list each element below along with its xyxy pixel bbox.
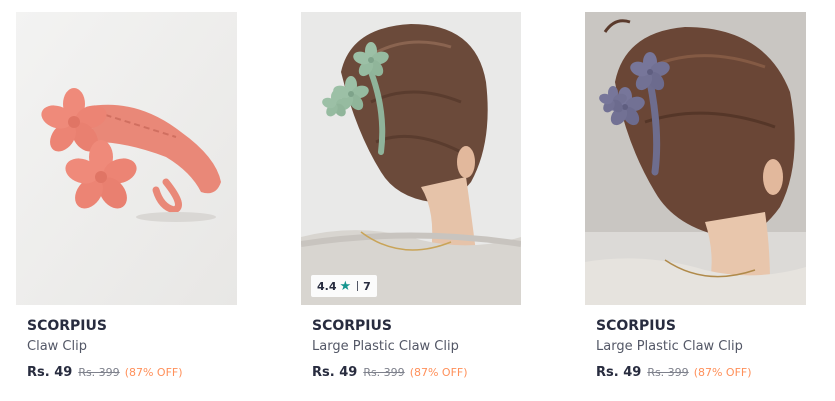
- product-price: Rs. 49: [596, 365, 642, 380]
- price-row: Rs. 49 Rs. 399 (87% OFF): [312, 365, 521, 380]
- product-discount: (87% OFF): [693, 366, 752, 379]
- price-row: Rs. 49 Rs. 399 (87% OFF): [27, 365, 237, 380]
- product-card[interactable]: SCORPIUS Claw Clip Rs. 49 Rs. 399 (87% O…: [16, 12, 237, 392]
- product-discount: (87% OFF): [124, 366, 183, 379]
- product-card[interactable]: 4.4 ★ 7 SCORPIUS Large Plastic Claw Clip…: [301, 12, 521, 392]
- product-info: SCORPIUS Large Plastic Claw Clip Rs. 49 …: [301, 305, 521, 380]
- product-grid: SCORPIUS Claw Clip Rs. 49 Rs. 399 (87% O…: [0, 0, 835, 401]
- product-brand: SCORPIUS: [27, 318, 107, 334]
- product-price: Rs. 49: [27, 365, 73, 380]
- price-row: Rs. 49 Rs. 399 (87% OFF): [596, 365, 806, 380]
- product-mrp: Rs. 399: [78, 366, 120, 379]
- product-info: SCORPIUS Claw Clip Rs. 49 Rs. 399 (87% O…: [16, 305, 237, 380]
- product-name: Claw Clip: [27, 339, 87, 354]
- product-name: Large Plastic Claw Clip: [596, 339, 743, 354]
- pink-claw-clip-image: [16, 12, 237, 305]
- purple-claw-clip-image: [585, 12, 806, 305]
- product-image[interactable]: [16, 12, 237, 305]
- product-card[interactable]: SCORPIUS Large Plastic Claw Clip Rs. 49 …: [585, 12, 806, 392]
- product-brand: SCORPIUS: [312, 318, 392, 334]
- star-icon: ★: [339, 278, 352, 294]
- rating-divider: [357, 281, 359, 291]
- product-info: SCORPIUS Large Plastic Claw Clip Rs. 49 …: [585, 305, 806, 380]
- product-mrp: Rs. 399: [647, 366, 689, 379]
- green-claw-clip-image: [301, 12, 521, 305]
- rating-count: 7: [363, 279, 371, 293]
- product-image[interactable]: [585, 12, 806, 305]
- product-brand: SCORPIUS: [596, 318, 676, 334]
- product-name: Large Plastic Claw Clip: [312, 339, 459, 354]
- product-discount: (87% OFF): [409, 366, 468, 379]
- rating-value: 4.4: [317, 279, 337, 293]
- product-price: Rs. 49: [312, 365, 358, 380]
- rating-badge: 4.4 ★ 7: [311, 275, 377, 297]
- product-image[interactable]: 4.4 ★ 7: [301, 12, 521, 305]
- product-mrp: Rs. 399: [363, 366, 405, 379]
